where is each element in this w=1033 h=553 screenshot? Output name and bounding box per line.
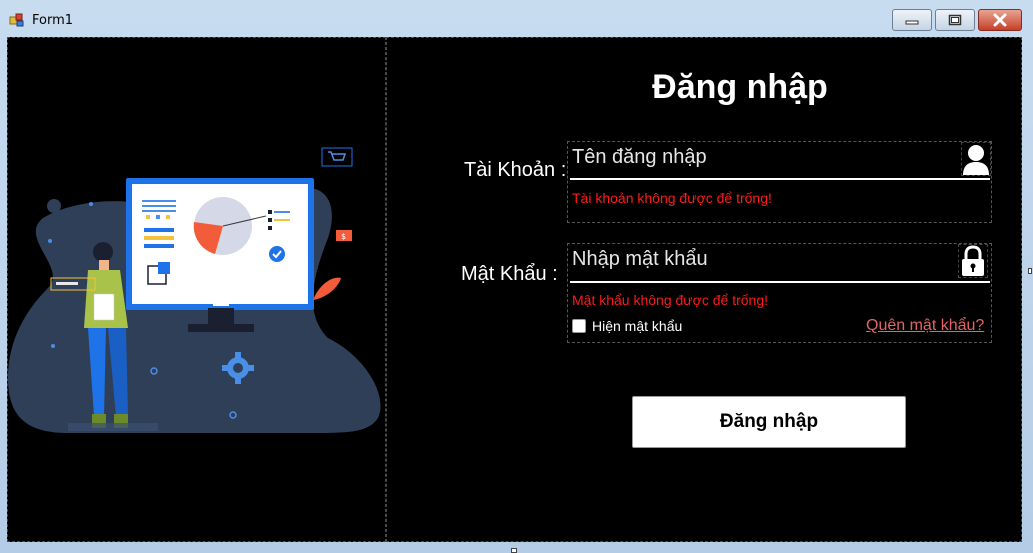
maximize-icon	[948, 14, 962, 26]
password-underline	[570, 281, 990, 283]
minimize-icon	[905, 20, 919, 25]
lock-icon-box	[958, 244, 988, 278]
password-error: Mật khẩu không được để trống!	[572, 292, 768, 308]
form-client-area: $ Đăng nhập Tài Khoản: Tên đăng nhập Tà…	[7, 37, 1022, 542]
svg-text:$: $	[341, 232, 346, 241]
maximize-button[interactable]	[935, 9, 975, 31]
minimize-button[interactable]	[892, 9, 932, 31]
illustration-panel: $	[7, 37, 386, 542]
close-icon	[993, 13, 1007, 27]
window-title: Form1	[32, 13, 74, 28]
user-icon-box	[961, 142, 991, 176]
lock-icon	[962, 245, 984, 276]
resize-grip[interactable]	[511, 548, 517, 553]
login-heading: Đăng nhập	[652, 68, 828, 106]
password-input[interactable]: Nhập mật khẩu	[572, 248, 708, 271]
password-label: Mật Khẩu :	[461, 263, 558, 285]
title-bar[interactable]: Form1	[0, 0, 1033, 36]
show-password-checkbox[interactable]	[572, 319, 586, 333]
forgot-password-link[interactable]: Quên mật khẩu?	[866, 317, 984, 335]
resize-handle-right[interactable]	[1028, 268, 1032, 274]
username-underline	[570, 178, 990, 180]
show-password-label[interactable]: Hiện mật khẩu	[592, 318, 682, 334]
username-input[interactable]: Tên đăng nhập	[572, 146, 707, 169]
password-field-group: Nhập mật khẩu Mật khẩu không được để trố…	[567, 243, 992, 343]
show-password-row[interactable]: Hiện mật khẩu	[572, 318, 682, 334]
login-button[interactable]: Đăng nhập	[632, 396, 906, 448]
app-icon	[9, 13, 24, 27]
username-field-group: Tên đăng nhập Tài khoản không được để tr…	[567, 141, 992, 223]
username-label: Tài Khoản :	[464, 159, 567, 181]
close-button[interactable]	[978, 9, 1022, 31]
login-illustration: $	[8, 147, 381, 433]
username-error: Tài khoản không được để trống!	[572, 190, 772, 206]
user-icon	[963, 145, 989, 175]
login-panel: Đăng nhập Tài Khoản : Tên đăng nhập Tài …	[386, 37, 1022, 542]
app-window: Form1 $ Đăng nhập Tài Khoản: Tên đăng n…	[0, 0, 1033, 553]
